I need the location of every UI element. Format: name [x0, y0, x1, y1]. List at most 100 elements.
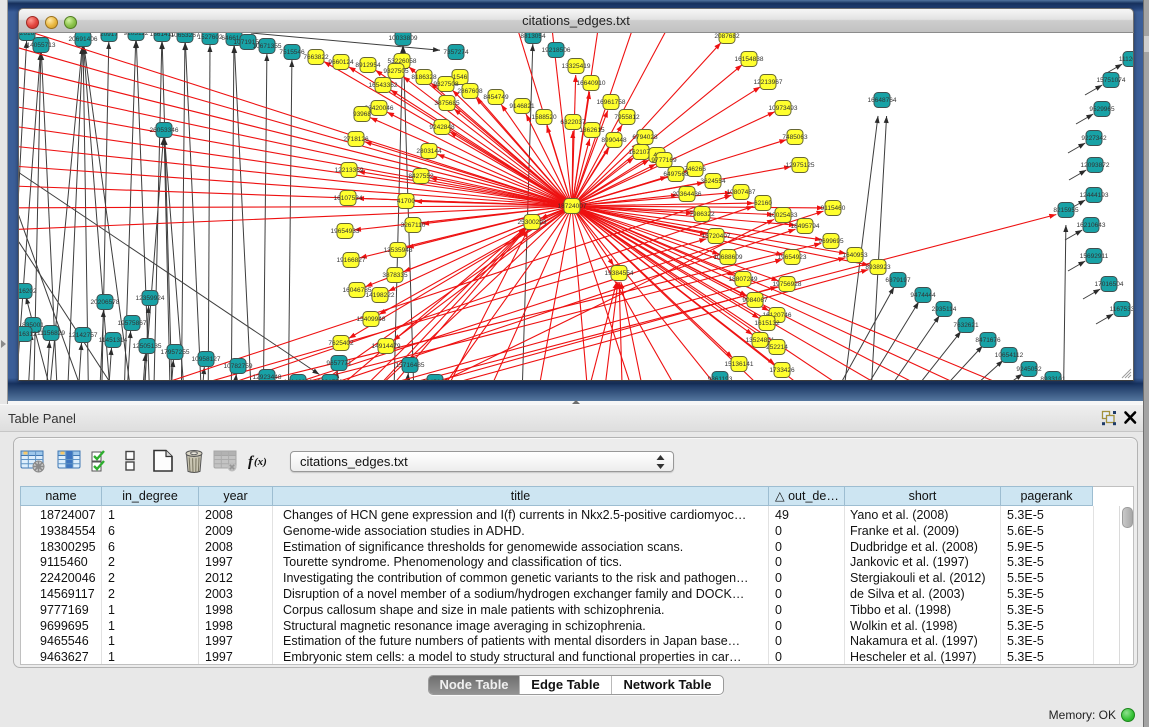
- svg-text:62160: 62160: [754, 200, 772, 207]
- svg-text:25300293: 25300293: [518, 219, 547, 226]
- svg-text:9227342: 9227342: [1081, 135, 1107, 142]
- svg-text:1640953: 1640953: [842, 252, 868, 259]
- svg-text:6879197: 6879197: [885, 277, 911, 284]
- svg-text:3624554: 3624554: [700, 178, 726, 185]
- svg-text:8427552: 8427552: [408, 173, 434, 180]
- svg-text:252214: 252214: [766, 344, 788, 351]
- svg-text:12444193: 12444193: [1080, 192, 1109, 199]
- svg-text:3875685: 3875685: [434, 100, 460, 107]
- svg-text:8454749: 8454749: [483, 94, 509, 101]
- svg-text:93968: 93968: [353, 111, 371, 118]
- svg-text:15751074: 15751074: [1097, 77, 1126, 84]
- svg-text:19575867: 19575867: [118, 320, 147, 327]
- svg-text:2616202: 2616202: [19, 288, 37, 295]
- svg-text:17957255: 17957255: [161, 349, 190, 356]
- svg-text:19654933: 19654933: [331, 228, 360, 235]
- svg-text:7515546: 7515546: [279, 49, 305, 56]
- svg-text:10958127: 10958127: [192, 356, 221, 363]
- svg-text:9657771: 9657771: [326, 360, 352, 367]
- svg-text:16154838: 16154838: [735, 56, 764, 63]
- svg-text:8938923: 8938923: [865, 264, 891, 271]
- svg-text:6322037: 6322037: [560, 119, 586, 126]
- svg-text:2867608: 2867608: [457, 88, 483, 95]
- svg-text:7663822: 7663822: [303, 54, 329, 61]
- svg-text:41700: 41700: [397, 198, 415, 205]
- svg-text:16543362: 16543362: [369, 82, 398, 89]
- svg-text:12213369: 12213369: [335, 167, 364, 174]
- svg-text:1362615: 1362615: [579, 127, 605, 134]
- svg-text:9777169: 9777169: [651, 157, 677, 164]
- svg-text:12213967: 12213967: [754, 79, 783, 86]
- svg-text:15136141: 15136141: [725, 361, 754, 368]
- svg-text:8186328: 8186328: [411, 74, 437, 81]
- svg-text:10688609: 10688609: [714, 254, 743, 261]
- svg-text:13325419: 13325419: [562, 63, 591, 70]
- svg-text:2087682: 2087682: [714, 33, 740, 40]
- svg-text:2718126: 2718126: [343, 136, 369, 143]
- svg-text:18807249: 18807249: [729, 276, 758, 283]
- svg-text:20364436: 20364436: [673, 191, 702, 198]
- svg-text:15720407: 15720407: [702, 233, 731, 240]
- svg-text:1546: 1546: [453, 74, 468, 81]
- svg-text:1527602: 1527602: [197, 34, 223, 41]
- svg-text:1588520: 1588520: [531, 114, 557, 121]
- svg-text:9474444: 9474444: [910, 292, 936, 299]
- svg-text:11156829: 11156829: [37, 330, 65, 337]
- svg-text:7955812: 7955812: [614, 114, 640, 121]
- svg-text:2935114: 2935114: [932, 306, 957, 313]
- svg-text:9660124: 9660124: [328, 59, 354, 66]
- svg-text:9203112: 9203112: [124, 33, 149, 37]
- svg-text:20917: 20917: [100, 33, 118, 38]
- svg-text:12093872: 12093872: [1081, 162, 1110, 169]
- svg-text:14198222: 14198222: [366, 292, 395, 299]
- svg-text:10807487: 10807487: [727, 189, 756, 196]
- svg-text:9529965: 9529965: [1089, 106, 1115, 113]
- svg-text:19384554: 19384554: [605, 270, 634, 277]
- svg-text:14055713: 14055713: [27, 42, 56, 49]
- svg-text:6794028: 6794028: [632, 134, 658, 141]
- svg-text:15692911: 15692911: [1080, 253, 1109, 260]
- svg-text:7986322: 7986322: [689, 211, 715, 218]
- svg-text:20206578: 20206578: [91, 299, 120, 306]
- svg-text:13535943: 13535943: [384, 247, 413, 254]
- svg-text:12142757: 12142757: [69, 332, 98, 339]
- svg-text:10782759: 10782759: [224, 363, 253, 370]
- svg-text:10653267: 10653267: [171, 33, 200, 39]
- svg-text:14914479: 14914479: [372, 343, 401, 350]
- svg-text:8912954: 8912954: [355, 62, 381, 69]
- svg-text:16640910: 16640910: [577, 80, 606, 87]
- svg-text:9084067: 9084067: [742, 297, 768, 304]
- svg-text:16648764: 16648764: [868, 97, 897, 104]
- svg-text:(x): (x): [254, 456, 267, 468]
- svg-text:8471676: 8471676: [975, 337, 1001, 344]
- svg-text:9327505: 9327505: [383, 68, 409, 75]
- svg-text:9245219: 9245219: [422, 379, 448, 381]
- svg-text:9242848: 9242848: [429, 124, 455, 131]
- svg-text:16961758: 16961758: [597, 99, 626, 106]
- svg-text:11451314: 11451314: [99, 337, 128, 344]
- svg-text:8933101: 8933101: [1040, 376, 1066, 381]
- svg-text:2616: 2616: [20, 33, 35, 37]
- svg-text:12148810: 12148810: [284, 379, 313, 381]
- svg-text:10973493: 10973493: [769, 105, 798, 112]
- svg-text:19166827: 19166827: [337, 257, 366, 264]
- svg-text:9699695: 9699695: [818, 238, 844, 245]
- svg-text:9245052: 9245052: [1016, 366, 1042, 373]
- svg-text:1733426: 1733426: [769, 367, 795, 374]
- svg-text:26053346: 26053346: [150, 127, 179, 134]
- svg-text:18724007: 18724007: [558, 203, 587, 210]
- svg-text:3916312: 3916312: [19, 331, 37, 338]
- svg-text:9361193: 9361193: [708, 376, 733, 381]
- svg-text:7691770: 7691770: [317, 379, 343, 381]
- svg-text:6497568: 6497568: [663, 171, 689, 178]
- svg-text:12923448: 12923448: [253, 374, 282, 381]
- svg-text:7357274: 7357274: [443, 49, 469, 56]
- svg-text:7485063: 7485063: [782, 134, 808, 141]
- svg-text:19654923: 19654923: [778, 254, 807, 261]
- svg-text:3267110: 3267110: [401, 222, 426, 229]
- svg-text:9146821: 9146821: [509, 103, 535, 110]
- svg-text:10033809: 10033809: [389, 35, 418, 42]
- svg-text:12359924: 12359924: [136, 295, 165, 302]
- svg-text:1167533: 1167533: [1110, 306, 1134, 313]
- svg-text:20691406: 20691406: [69, 36, 98, 43]
